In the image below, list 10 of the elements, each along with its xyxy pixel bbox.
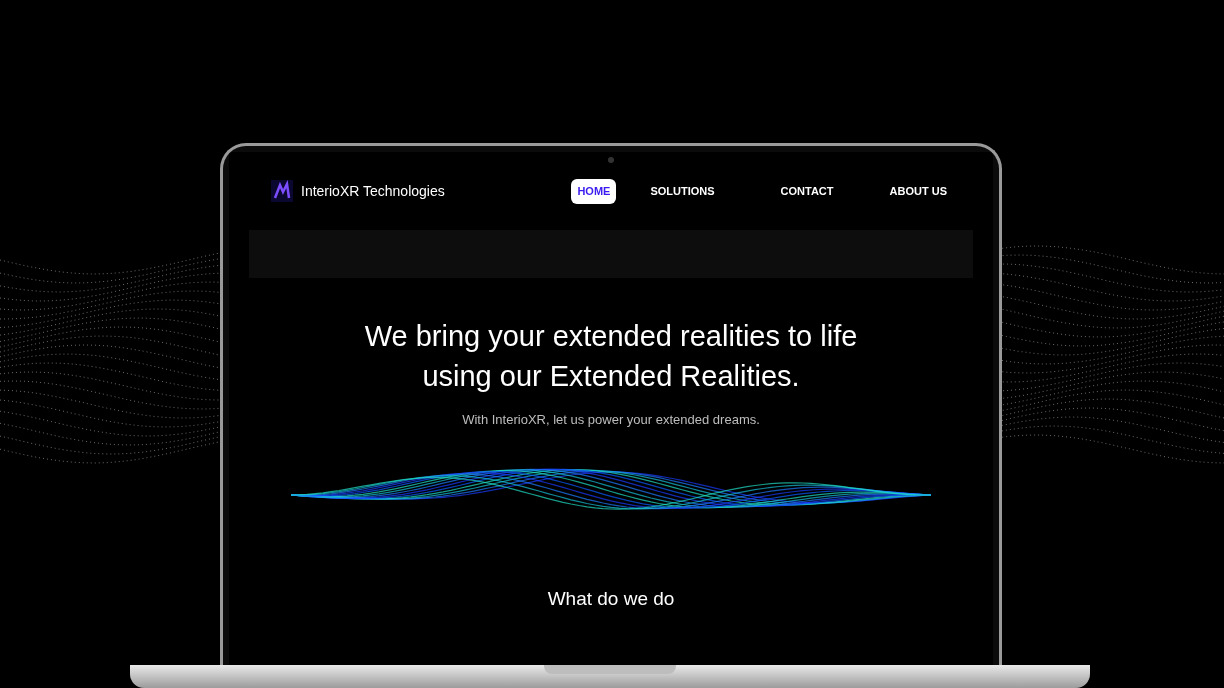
section-heading: What do we do [546,587,676,611]
camera-icon [608,157,614,163]
nav-link[interactable]: SOLUTIONS [644,179,721,204]
hero-headline: We bring your extended realities to life using our Extended Realities. [363,318,859,394]
logo-icon [271,180,293,203]
nav-link[interactable]: CONTACT [774,179,840,204]
hero-subtitle: With InterioXR, let us power your extended dreams. [461,410,761,429]
nav-link[interactable]: HOME [571,179,617,204]
nav-link[interactable]: ABOUT US [883,179,953,204]
brand-name: InterioXR Technologies [301,181,445,201]
